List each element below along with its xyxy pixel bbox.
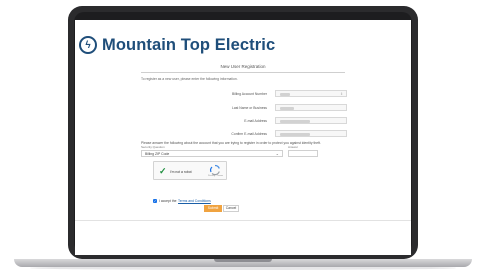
page-title-bar: New User Registration [141,64,345,73]
brand-header: ϟ Mountain Top Electric [79,35,275,55]
email-input[interactable] [275,117,347,124]
security-question-label: Security Question [141,145,165,149]
submit-button[interactable]: Submit [204,205,222,212]
checkmark-icon[interactable]: ✓ [159,166,167,176]
field-label: Confirm E-mail Address [231,132,267,136]
laptop-notch [214,259,272,262]
confirm-email-input[interactable] [275,130,347,137]
blurred-value [280,93,290,96]
field-label: Billing Account Number [231,92,267,96]
recaptcha-widget: ✓ I'm not a robot Privacy - Terms [153,161,227,180]
account-number-input[interactable]: ⇕ [275,90,347,97]
field-confirm-email: Confirm E-mail Address [141,130,347,138]
recaptcha-footer: Privacy - Terms [207,175,223,177]
security-question-value: Billing ZIP Code [145,152,170,156]
info-icon: ⇕ [340,92,343,96]
terms-text: I accept the [159,199,177,203]
last-name-input[interactable] [275,104,347,111]
field-email: E-mail Address [141,117,347,125]
security-answer-input[interactable] [288,150,318,157]
screen: ϟ Mountain Top Electric New User Registr… [75,20,411,255]
brand-name: Mountain Top Electric [102,35,276,54]
blurred-value [280,120,310,123]
field-label: Last Name or Business [231,106,267,110]
field-label: E-mail Address [244,119,267,123]
chevron-down-icon: ⌄ [275,151,279,156]
intro-text: To register as a new user, please enter … [141,77,238,81]
terms-checkbox[interactable]: ✓ [153,199,157,203]
security-answer-label: Answer [288,145,299,149]
footer-divider [75,220,411,221]
lightning-bolt-icon: ϟ [79,36,97,54]
field-account-number: Billing Account Number ⇕ [141,90,347,98]
security-question-select[interactable]: Billing ZIP Code ⌄ [141,150,283,157]
recaptcha-label: I'm not a robot [170,170,192,174]
blurred-value [280,133,310,136]
cancel-button[interactable]: Cancel [223,205,239,212]
field-last-name: Last Name or Business [141,104,347,112]
page-title: New User Registration [220,64,266,69]
terms-link[interactable]: Terms and Conditions [178,199,211,203]
terms-row: ✓ I accept the Terms and Conditions [153,198,211,204]
blurred-value [280,107,294,110]
